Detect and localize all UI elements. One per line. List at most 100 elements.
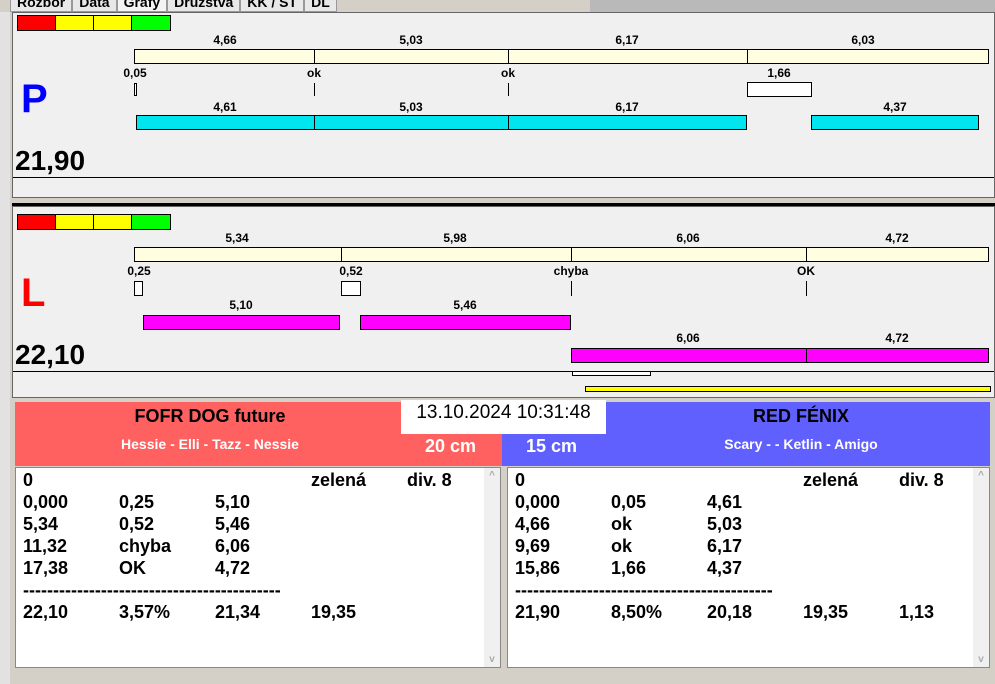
- light-yellow: [56, 215, 94, 229]
- result-cell: div. 8: [407, 470, 452, 490]
- result-cell: 0: [515, 470, 526, 490]
- changeover-label: chyba: [553, 264, 589, 278]
- tab-dl[interactable]: DL: [304, 0, 337, 12]
- result-cell: 0,25: [119, 492, 155, 512]
- result-cell: ok: [611, 514, 633, 534]
- result-cell: 4,66: [515, 514, 551, 534]
- result-cell: 0,05: [611, 492, 647, 512]
- split-label: 6,03: [851, 33, 875, 47]
- result-cell: 4,72: [215, 558, 251, 578]
- run-label: 4,37: [883, 100, 907, 114]
- run-label: 5,10: [229, 298, 253, 312]
- changeover-label: 0,25: [127, 264, 151, 278]
- result-cell: 1,13: [899, 602, 935, 622]
- light-indicator: [17, 15, 171, 31]
- baseline: [13, 371, 994, 372]
- team-dogs: Scary - - Ketlin - Amigo: [724, 436, 878, 452]
- changeover-label: 0,05: [123, 66, 147, 80]
- result-cell: 0: [23, 470, 34, 490]
- result-cell: 3,57%: [119, 602, 171, 622]
- result-cell: chyba: [119, 536, 172, 556]
- changeover-marker: [134, 281, 143, 296]
- result-cell: 11,32: [23, 536, 68, 556]
- run-bar: [508, 115, 747, 130]
- lane-total: 22,10: [15, 339, 86, 370]
- timeline-segment: [134, 49, 315, 64]
- changeover-tick: [571, 281, 572, 296]
- left-team-results[interactable]: ^ v 0 zelená div. 8 0,000 0,25 5,10 5,34 0,52 5,4…: [15, 467, 501, 668]
- run-bar: [571, 348, 807, 363]
- tab-grafy[interactable]: Grafy: [116, 0, 168, 12]
- light-red: [18, 215, 56, 229]
- changeover-marker: [134, 83, 137, 96]
- run-bar: [811, 115, 979, 130]
- team-name: RED FÉNIX: [752, 406, 849, 426]
- timeline-segment: [571, 247, 807, 262]
- changeover-label: ok: [500, 66, 516, 80]
- scrollbar[interactable]: ^ v: [973, 468, 989, 667]
- changeover-marker: [341, 281, 361, 296]
- lane-l-panel: 5,34 5,98 6,06 4,72 0,25 0,52 chyba OK L…: [12, 206, 995, 398]
- light-indicator: [17, 214, 171, 230]
- result-cell: 4,37: [707, 558, 743, 578]
- result-cell: 20,18: [707, 602, 753, 622]
- result-cell: 15,86: [515, 558, 561, 578]
- run-label: 5,03: [399, 100, 423, 114]
- team-dogs: Hessie - Elli - Tazz - Nessie: [121, 436, 299, 452]
- run-bar: [806, 348, 989, 363]
- result-cell: 9,69: [515, 536, 551, 556]
- team-name: FOFR DOG future: [134, 406, 286, 426]
- light-yellow: [94, 215, 132, 229]
- run-bar: [143, 315, 340, 330]
- changeover-tick: [314, 83, 315, 96]
- tab-data[interactable]: Data: [72, 0, 117, 12]
- timeline-segment: [341, 247, 572, 262]
- run-label: 5,46: [453, 298, 477, 312]
- run-bar: [360, 315, 571, 330]
- changeover-label: ok: [306, 66, 322, 80]
- tab-druzstva[interactable]: Družstva: [167, 0, 241, 12]
- changeover-tick: [508, 83, 509, 96]
- split-label: 4,72: [885, 231, 909, 245]
- timeline-segment: [508, 49, 748, 64]
- result-cell: ----------------------------------------…: [23, 580, 281, 600]
- split-label: 6,06: [676, 231, 700, 245]
- light-yellow: [56, 16, 94, 30]
- left-edge: [0, 12, 10, 684]
- tab-kk-st[interactable]: KK / ST: [240, 0, 305, 12]
- lane-letter: L: [21, 271, 46, 315]
- timeline-segment: [806, 247, 989, 262]
- scrollbar[interactable]: ^ v: [484, 468, 500, 667]
- progress-bar: [585, 386, 991, 392]
- run-label: 4,61: [213, 100, 237, 114]
- progress-marker: [572, 371, 651, 376]
- light-red: [18, 16, 56, 30]
- result-cell: zelená: [311, 470, 367, 490]
- tab-bar: Rozbor Data Grafy Družstva KK / ST DL: [10, 0, 337, 12]
- result-cell: 22,10: [23, 602, 69, 622]
- result-cell: 1,66: [611, 558, 647, 578]
- split-label: 5,98: [443, 231, 467, 245]
- split-label: 5,34: [225, 231, 249, 245]
- result-cell: ok: [611, 536, 633, 556]
- split-label: 4,66: [213, 33, 237, 47]
- result-cell: 19,35: [803, 602, 849, 622]
- run-label: 4,72: [885, 331, 909, 345]
- datetime: 13.10.2024 10:31:48: [401, 400, 606, 434]
- right-team-results[interactable]: ^ v 0 zelená div. 8 0,000 0,05 4,61 4,66 ok 5,03 9…: [507, 467, 990, 668]
- result-cell: ----------------------------------------…: [515, 580, 773, 600]
- run-label: 6,06: [676, 331, 700, 345]
- result-cell: 19,35: [311, 602, 357, 622]
- light-green: [132, 16, 170, 30]
- result-cell: 0,000: [23, 492, 69, 512]
- result-cell: 0,52: [119, 514, 155, 534]
- result-cell: 5,03: [707, 514, 743, 534]
- tab-bar-background: [590, 0, 995, 12]
- result-cell: div. 8: [899, 470, 944, 490]
- run-bar: [314, 115, 509, 130]
- result-cell: 21,34: [215, 602, 261, 622]
- result-cell: OK: [119, 558, 146, 578]
- baseline: [13, 177, 994, 178]
- tab-rozbor[interactable]: Rozbor: [10, 0, 73, 12]
- changeover-label: 0,52: [339, 264, 363, 278]
